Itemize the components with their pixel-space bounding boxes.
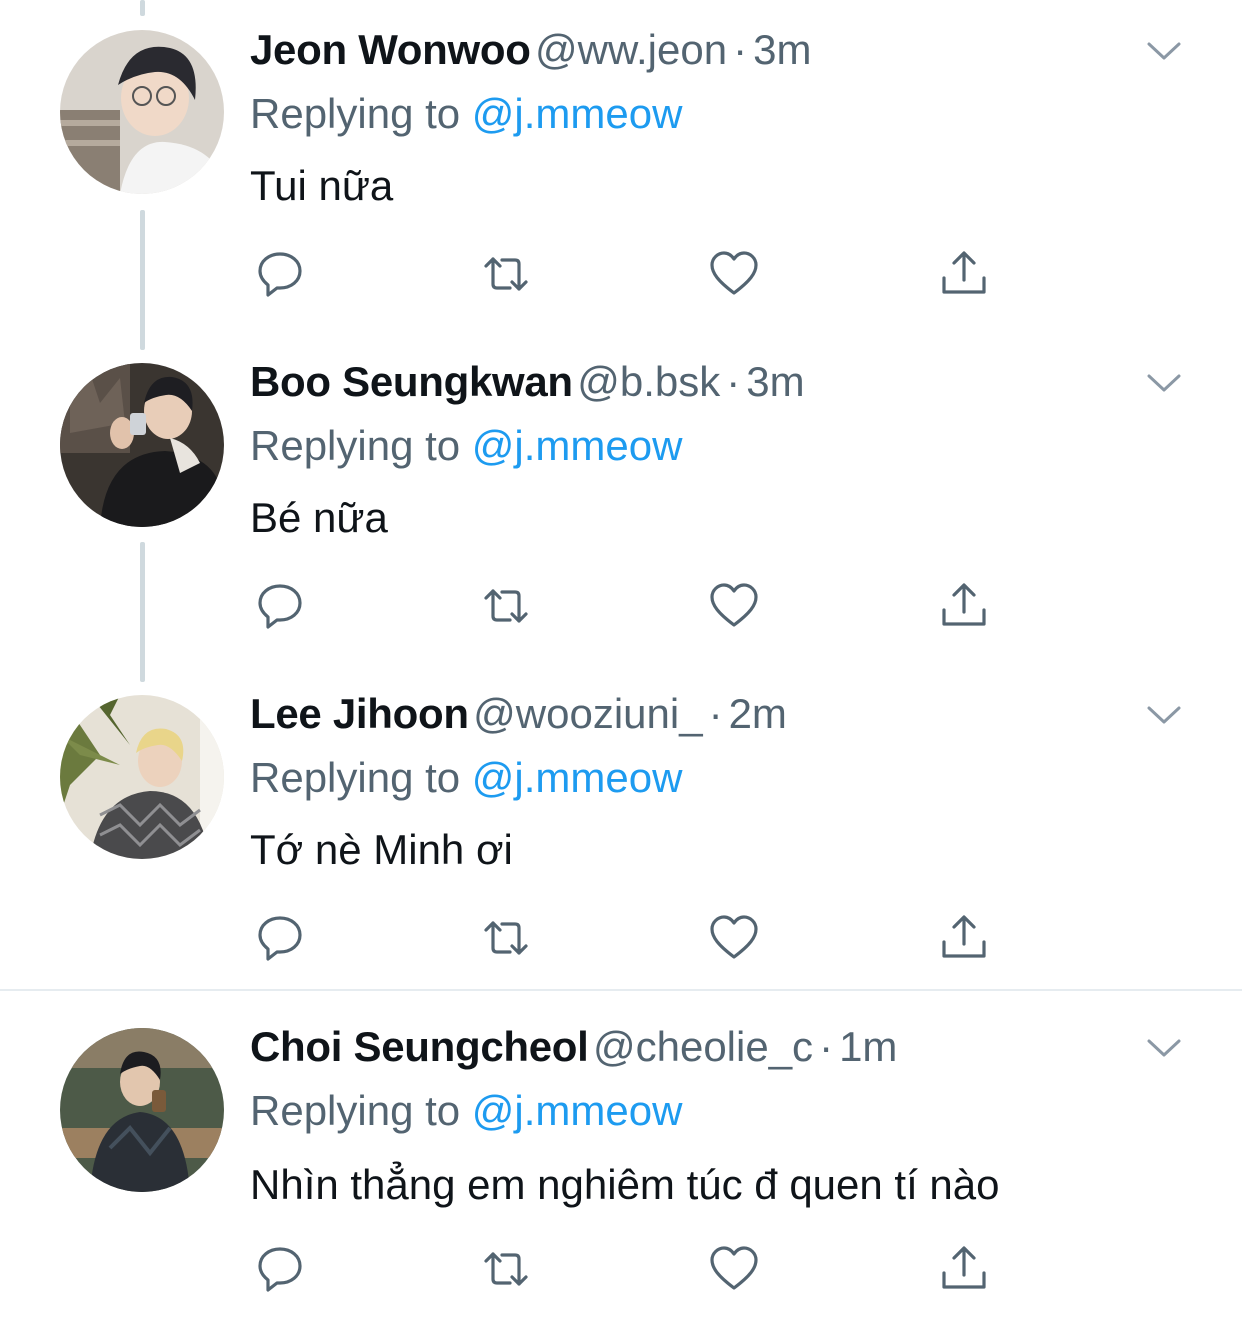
- heart-icon[interactable]: [708, 580, 760, 632]
- chevron-down-icon[interactable]: [1146, 370, 1182, 396]
- display-name[interactable]: Lee Jihoon: [250, 690, 469, 737]
- replying-to: Replying to @j.mmeow: [250, 422, 682, 470]
- heart-icon[interactable]: [708, 912, 760, 964]
- user-handle[interactable]: @b.bsk: [577, 358, 720, 405]
- replying-to: Replying to @j.mmeow: [250, 90, 682, 138]
- separator-dot: ·: [726, 358, 741, 405]
- heart-icon[interactable]: [708, 1243, 760, 1295]
- retweet-icon[interactable]: [480, 912, 532, 964]
- reply-icon[interactable]: [254, 1243, 306, 1295]
- tweet-text: Nhìn thẳng em nghiêm túc đ quen tí nào: [250, 1161, 1000, 1208]
- separator-dot: ·: [733, 26, 748, 73]
- display-name[interactable]: Choi Seungcheol: [250, 1023, 589, 1070]
- avatar[interactable]: [60, 30, 224, 194]
- reply-feed: Jeon Wonwoo @ww.jeon · 3m Replying to @j.m…: [0, 0, 1242, 1324]
- chevron-down-icon[interactable]: [1146, 702, 1182, 728]
- avatar-photo-icon: [60, 695, 224, 859]
- tweet[interactable]: Lee Jihoon @wooziuni_ · 2m Replying to @j.…: [0, 664, 1242, 990]
- replying-to: Replying to @j.mmeow: [250, 1087, 682, 1135]
- replying-label: Replying to: [250, 754, 461, 801]
- tweet-text: Tui nữa: [250, 162, 394, 209]
- reply-icon[interactable]: [254, 580, 306, 632]
- reply-icon[interactable]: [254, 912, 306, 964]
- replying-to: Replying to @j.mmeow: [250, 754, 682, 802]
- avatar[interactable]: [60, 363, 224, 527]
- share-icon[interactable]: [938, 580, 990, 632]
- user-handle[interactable]: @wooziuni_: [473, 690, 702, 737]
- avatar-photo-icon: [60, 30, 224, 194]
- separator-dot: ·: [708, 690, 723, 737]
- replying-label: Replying to: [250, 90, 461, 137]
- user-handle[interactable]: @ww.jeon: [535, 26, 727, 73]
- tweet[interactable]: Jeon Wonwoo @ww.jeon · 3m Replying to @j.m…: [0, 0, 1242, 332]
- retweet-icon[interactable]: [480, 248, 532, 300]
- mention-link[interactable]: @j.mmeow: [472, 754, 683, 801]
- share-icon[interactable]: [938, 248, 990, 300]
- avatar-photo-icon: [60, 363, 224, 527]
- avatar[interactable]: [60, 1028, 224, 1192]
- share-icon[interactable]: [938, 1243, 990, 1295]
- action-bar: [254, 580, 1014, 632]
- action-bar: [254, 1243, 1014, 1295]
- chevron-down-icon[interactable]: [1146, 38, 1182, 64]
- timestamp[interactable]: 3m: [746, 358, 804, 405]
- replying-label: Replying to: [250, 1087, 461, 1134]
- display-name[interactable]: Jeon Wonwoo: [250, 26, 531, 73]
- retweet-icon[interactable]: [480, 1243, 532, 1295]
- timestamp[interactable]: 3m: [753, 26, 811, 73]
- tweet[interactable]: Choi Seungcheol @cheolie_c · 1m Replying t…: [0, 991, 1242, 1324]
- tweet-header: Choi Seungcheol @cheolie_c · 1m: [250, 1023, 897, 1079]
- action-bar: [254, 248, 1014, 300]
- chevron-down-icon[interactable]: [1146, 1035, 1182, 1061]
- tweet-text: Bé nữa: [250, 494, 388, 541]
- tweet-text: Tớ nè Minh ơi: [250, 826, 513, 873]
- mention-link[interactable]: @j.mmeow: [472, 422, 683, 469]
- tweet[interactable]: Boo Seungkwan @b.bsk · 3m Replying to @j.m…: [0, 332, 1242, 664]
- heart-icon[interactable]: [708, 248, 760, 300]
- avatar-photo-icon: [60, 1028, 224, 1192]
- tweet-header: Lee Jihoon @wooziuni_ · 2m: [250, 690, 787, 746]
- avatar[interactable]: [60, 695, 224, 859]
- display-name[interactable]: Boo Seungkwan: [250, 358, 573, 405]
- reply-icon[interactable]: [254, 248, 306, 300]
- mention-link[interactable]: @j.mmeow: [472, 90, 683, 137]
- retweet-icon[interactable]: [480, 580, 532, 632]
- user-handle[interactable]: @cheolie_c: [593, 1023, 813, 1070]
- tweet-header: Jeon Wonwoo @ww.jeon · 3m: [250, 26, 811, 82]
- timestamp[interactable]: 1m: [839, 1023, 897, 1070]
- replying-label: Replying to: [250, 422, 461, 469]
- tweet-header: Boo Seungkwan @b.bsk · 3m: [250, 358, 805, 414]
- timestamp[interactable]: 2m: [729, 690, 787, 737]
- mention-link[interactable]: @j.mmeow: [472, 1087, 683, 1134]
- action-bar: [254, 912, 1014, 964]
- share-icon[interactable]: [938, 912, 990, 964]
- separator-dot: ·: [819, 1023, 834, 1070]
